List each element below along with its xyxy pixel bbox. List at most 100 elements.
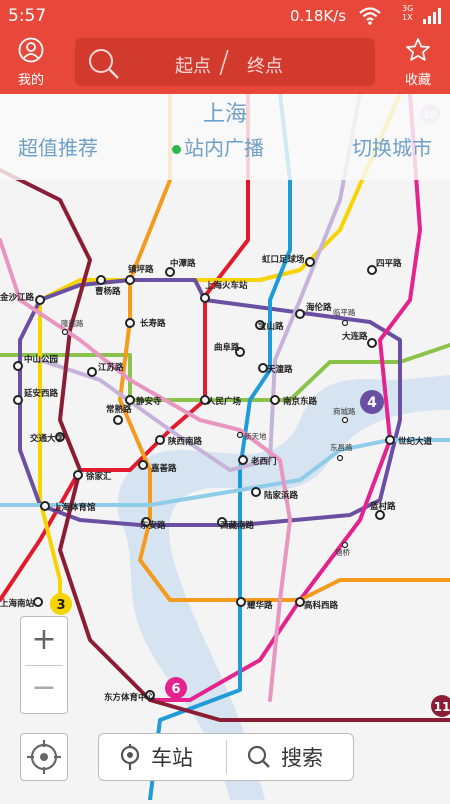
start-point-input[interactable]: 起点 (175, 52, 211, 78)
station-label-dalian[interactable]: 大连路 (342, 331, 368, 342)
signal-bars-icon (423, 8, 443, 29)
station-label-shanghainanzhan[interactable]: 上海南站 (0, 598, 35, 609)
station-marker-jiangsu[interactable] (88, 368, 96, 376)
station-marker-lujiabang[interactable] (252, 488, 260, 496)
station-marker-changshu[interactable] (114, 416, 122, 424)
station-label-zhenping[interactable]: 镇坪路 (128, 264, 154, 275)
station-marker-lancun[interactable] (376, 511, 384, 519)
station-marker-xujiahui[interactable] (74, 471, 82, 479)
station-label-longde[interactable]: 隆德路 (61, 318, 84, 328)
station-label-gaokexi[interactable]: 高科西路 (304, 600, 339, 611)
station-broadcast-link[interactable]: 站内广播 (172, 132, 264, 161)
station-label-jiaotongdaxue[interactable]: 交通大学 (30, 433, 65, 444)
station-marker-jiashan[interactable] (139, 461, 147, 469)
station-marker-tiantong[interactable] (259, 364, 267, 372)
station-label-shaanxinan[interactable]: 陕西南路 (168, 436, 203, 447)
line-3-badge[interactable]: 3 (50, 593, 72, 615)
station-marker-dalian[interactable] (368, 339, 376, 347)
station-label-caoyang[interactable]: 曹杨路 (95, 286, 121, 297)
station-label-hongkouzuqiu[interactable]: 虹口足球场 (262, 254, 305, 265)
station-label-xujiahui[interactable]: 徐家汇 (85, 471, 112, 482)
station-marker-gaokexi[interactable] (296, 598, 304, 606)
station-marker-yananxi[interactable] (14, 396, 22, 404)
station-label-baoshan[interactable]: 宝山路 (258, 321, 284, 332)
line-6-badge[interactable]: 6 (165, 677, 187, 699)
zoom-out-button[interactable]: − (21, 665, 67, 713)
station-label-qufu[interactable]: 曲阜路 (214, 342, 240, 353)
station-label-shanghaitiyuguan[interactable]: 上海体育馆 (53, 502, 96, 513)
station-marker-siping[interactable] (368, 266, 376, 274)
station-marker-zhongshangongyuan[interactable] (14, 362, 22, 370)
station-label-lancun[interactable]: 蓝村路 (370, 501, 396, 512)
station-label-jingan[interactable]: 静安寺 (136, 396, 162, 407)
station-marker-shaanxinan[interactable] (156, 436, 164, 444)
station-label-linping[interactable]: 临平路 (333, 307, 356, 317)
station-label-dongchang[interactable]: 东昌路 (330, 442, 353, 452)
station-label-shijidadao[interactable]: 世纪大道 (398, 436, 433, 447)
station-marker-caoyang[interactable] (97, 276, 105, 284)
station-label-yaohua[interactable]: 耀华路 (246, 600, 273, 611)
locate-button[interactable] (20, 733, 68, 781)
station-marker-linping[interactable] (343, 321, 348, 326)
station-label-jiashan[interactable]: 嘉善路 (150, 463, 177, 474)
line-11-badge[interactable]: 11 (431, 695, 450, 717)
station-label-shangcheng[interactable]: 商城路 (333, 406, 356, 416)
profile-button[interactable]: 我的 (1, 37, 61, 88)
station-marker-hongkouzuqiu[interactable] (306, 258, 314, 266)
station-marker-tangqiao[interactable] (343, 543, 348, 548)
status-bar: 5:57 0.18K/s 3G1X (0, 0, 450, 33)
deals-link[interactable]: 超值推荐 (18, 132, 98, 161)
svg-text:11: 11 (434, 700, 450, 714)
station-label-hailun[interactable]: 海伦路 (306, 302, 332, 313)
station-label-siping[interactable]: 四平路 (376, 258, 402, 269)
station-marker-shangcheng[interactable] (343, 418, 348, 423)
station-label-xizangnan[interactable]: 西藏南路 (220, 520, 255, 531)
favorites-button[interactable]: 收藏 (388, 37, 448, 88)
station-marker-longde[interactable] (63, 330, 68, 335)
station-label-tiantong[interactable]: 天潼路 (267, 364, 293, 375)
switch-city-link[interactable]: 切换城市 (352, 132, 432, 161)
station-marker-hailun[interactable] (296, 310, 304, 318)
station-label-zhongshangongyuan[interactable]: 中山公园 (24, 354, 58, 365)
station-marker-shijidadao[interactable] (386, 436, 394, 444)
station-marker-laoximen[interactable] (239, 456, 247, 464)
station-marker-zhongtan[interactable] (166, 268, 174, 276)
user-icon (1, 37, 61, 67)
station-marker-shanghai_station[interactable] (201, 294, 209, 302)
end-point-input[interactable]: 终点 (247, 52, 283, 78)
zoom-in-button[interactable]: + (21, 617, 67, 665)
station-marker-changshou[interactable] (126, 319, 134, 327)
station-button-label: 车站 (151, 742, 193, 772)
station-label-shanghai_station[interactable]: 上海火车站 (205, 280, 248, 291)
crosshair-icon (21, 765, 67, 784)
station-marker-yaohua[interactable] (237, 598, 245, 606)
station-marker-xintiandi[interactable] (238, 433, 243, 438)
station-marker-shanghaitiyuguan[interactable] (41, 502, 49, 510)
station-marker-shanghainanzhan[interactable] (34, 598, 42, 606)
station-label-renmin[interactable]: 人民广场 (207, 396, 242, 407)
station-label-jinshajiang[interactable]: 金沙江路 (0, 292, 35, 303)
station-label-laoximen[interactable]: 老西门 (250, 456, 277, 467)
station-marker-jingan[interactable] (126, 396, 134, 404)
station-label-lujiabang[interactable]: 陆家浜路 (264, 490, 299, 501)
station-marker-jinshajiang[interactable] (36, 296, 44, 304)
station-button[interactable]: 车站 (119, 734, 193, 780)
station-marker-nanjingdong[interactable] (271, 396, 279, 404)
station-label-changshou[interactable]: 长寿路 (140, 318, 166, 329)
station-label-tangqiao[interactable]: 塘桥 (335, 547, 350, 557)
station-label-zhongtan[interactable]: 中潭路 (170, 258, 196, 269)
city-bar: 上海 超值推荐 站内广播 切换城市 (0, 94, 450, 180)
station-label-jiangsu[interactable]: 江苏路 (98, 362, 124, 373)
line-4-badge[interactable]: 4 (360, 390, 384, 414)
station-label-changshu[interactable]: 常熟路 (106, 404, 132, 415)
station-label-dongan[interactable]: 东安路 (140, 520, 166, 531)
station-label-yananxi[interactable]: 延安西路 (23, 388, 59, 399)
route-search-box[interactable]: 起点 / 终点 (75, 38, 375, 86)
station-label-dongfangtiyu[interactable]: 东方体育中心 (104, 692, 156, 703)
station-marker-zhenping[interactable] (126, 276, 134, 284)
svg-text:6: 6 (171, 682, 180, 697)
station-label-nanjingdong[interactable]: 南京东路 (283, 396, 318, 407)
station-label-xintiandi[interactable]: 新天地 (244, 431, 267, 441)
search-button[interactable]: 搜索 (247, 734, 323, 780)
station-marker-dongchang[interactable] (338, 456, 343, 461)
